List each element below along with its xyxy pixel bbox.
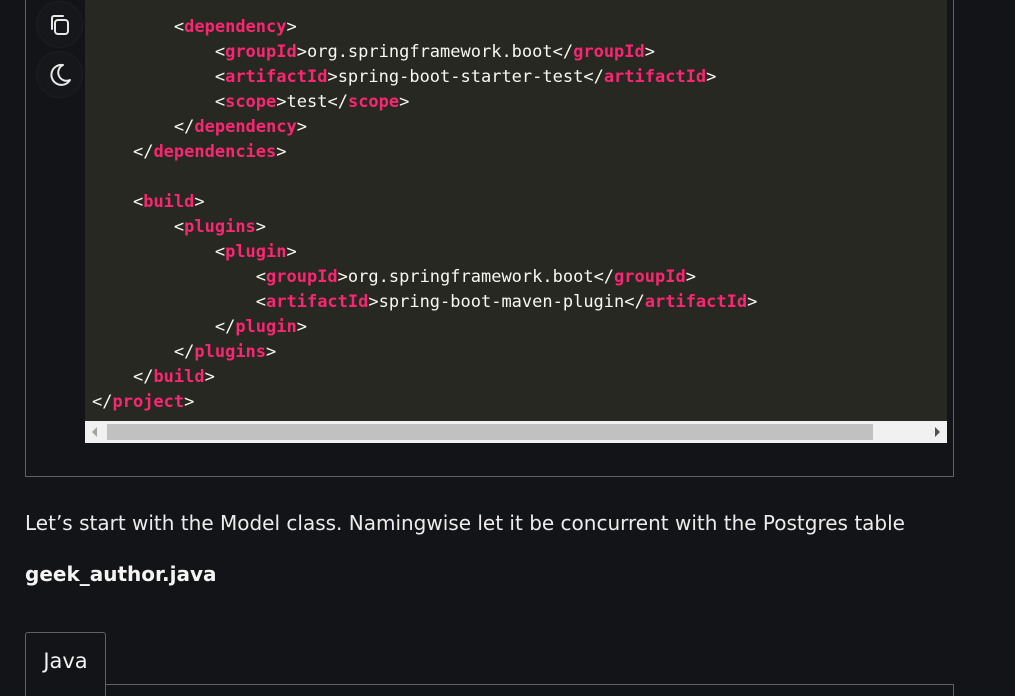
tag-name: plugins: [194, 342, 267, 362]
tag-bracket: </: [92, 392, 113, 412]
tag-content: spring-boot-starter-test: [337, 67, 584, 87]
tag-bracket: <: [214, 242, 226, 262]
code-line: <scope>test</scope>: [92, 90, 757, 115]
tag-name: scope: [225, 92, 277, 112]
tag-name: dependency: [184, 17, 287, 37]
tag-name: plugins: [184, 217, 256, 237]
tag-bracket: </: [132, 142, 154, 162]
code-line: </project>: [92, 390, 757, 415]
tag-bracket: <: [214, 67, 226, 87]
tag-name: artifactId: [266, 292, 369, 312]
code-line: <groupId>org.springframework.boot</group…: [92, 40, 757, 65]
tag-name: groupId: [573, 42, 645, 62]
tag-bracket: >: [747, 292, 758, 312]
code-line: <artifactId>spring-boot-starter-test</ar…: [92, 65, 757, 90]
tag-name: artifactId: [644, 292, 748, 312]
tag-bracket: >: [286, 242, 297, 262]
tag-bracket: <: [132, 192, 144, 212]
tag-name: project: [112, 392, 185, 412]
tag-bracket: >: [296, 42, 307, 62]
tag-bracket: >: [184, 392, 195, 412]
tag-name: build: [143, 192, 195, 212]
tag-name: artifactId: [603, 67, 707, 87]
tag-name: dependency: [194, 117, 297, 137]
tab-java[interactable]: Java: [25, 632, 106, 696]
tab-panel: [25, 684, 954, 696]
code-line: </dependencies>: [92, 140, 757, 165]
tag-bracket: <: [173, 217, 185, 237]
tag-bracket: </: [593, 267, 615, 287]
tag-bracket: >: [286, 17, 297, 37]
tag-content: test: [286, 92, 328, 112]
tag-content: org.springframework.boot: [306, 42, 553, 62]
tag-bracket: </: [214, 317, 236, 337]
tag-bracket: </: [583, 67, 604, 87]
tag-name: scope: [347, 92, 400, 112]
file-name-heading: geek_author.java: [25, 562, 217, 586]
moon-icon: [49, 63, 71, 86]
tag-bracket: </: [327, 92, 348, 112]
tag-bracket: >: [706, 67, 717, 87]
tag-name: groupId: [225, 42, 297, 62]
horizontal-scrollbar[interactable]: [85, 421, 947, 443]
scroll-right-arrow[interactable]: [927, 421, 947, 443]
tag-bracket: <: [255, 292, 267, 312]
code-line: </build>: [92, 365, 757, 390]
article-paragraph: Let’s start with the Model class. Naming…: [25, 511, 905, 535]
code-line: <plugins>: [92, 215, 757, 240]
tag-bracket: >: [255, 217, 267, 237]
tag-bracket: >: [337, 267, 348, 287]
tag-name: groupId: [266, 267, 338, 287]
triangle-right-icon: [935, 427, 940, 437]
tag-content: org.springframework.boot: [347, 267, 594, 287]
code-line: <build>: [92, 190, 757, 215]
code-block: <dependency> <groupId>org.springframewor…: [85, 0, 947, 421]
tag-bracket: >: [204, 367, 215, 387]
tag-bracket: >: [296, 317, 307, 337]
tag-bracket: >: [276, 92, 287, 112]
tag-name: build: [153, 367, 205, 387]
tag-bracket: >: [399, 92, 410, 112]
dark-mode-toggle[interactable]: [37, 52, 82, 97]
code-lines: <dependency> <groupId>org.springframewor…: [92, 15, 757, 415]
code-line: <groupId>org.springframework.boot</group…: [92, 265, 757, 290]
tag-bracket: >: [327, 67, 338, 87]
tag-bracket: >: [276, 142, 287, 162]
scroll-left-arrow[interactable]: [85, 421, 105, 443]
triangle-left-icon: [92, 427, 97, 437]
tag-bracket: </: [173, 117, 195, 137]
copy-code-button[interactable]: [37, 2, 82, 47]
code-line: </plugin>: [92, 315, 757, 340]
tag-bracket: </: [173, 342, 195, 362]
tag-bracket: <: [214, 42, 226, 62]
page: <dependency> <groupId>org.springframewor…: [0, 0, 1015, 696]
code-line: </plugins>: [92, 340, 757, 365]
code-line: <artifactId>spring-boot-maven-plugin</ar…: [92, 290, 758, 315]
code-line: <dependency>: [92, 15, 757, 40]
tag-bracket: <: [214, 92, 226, 112]
code-line: <plugin>: [92, 240, 757, 265]
tag-bracket: <: [173, 17, 185, 37]
tag-name: dependencies: [153, 142, 277, 162]
tag-name: plugin: [225, 242, 287, 262]
tag-bracket: >: [296, 117, 307, 137]
tag-bracket: >: [194, 192, 205, 212]
code-line: </dependency>: [92, 115, 757, 140]
tag-name: artifactId: [225, 67, 328, 87]
scrollbar-thumb[interactable]: [107, 424, 873, 440]
tag-content: spring-boot-maven-plugin: [378, 292, 625, 312]
tag-bracket: >: [685, 267, 696, 287]
tag-bracket: >: [368, 292, 379, 312]
tag-bracket: </: [552, 42, 574, 62]
tag-bracket: </: [624, 292, 645, 312]
tag-name: groupId: [614, 267, 686, 287]
tag-bracket: >: [266, 342, 277, 362]
tag-name: plugin: [235, 317, 297, 337]
copy-icon: [50, 14, 69, 35]
tag-bracket: </: [132, 367, 154, 387]
tag-bracket: <: [255, 267, 267, 287]
tag-bracket: >: [644, 42, 656, 62]
